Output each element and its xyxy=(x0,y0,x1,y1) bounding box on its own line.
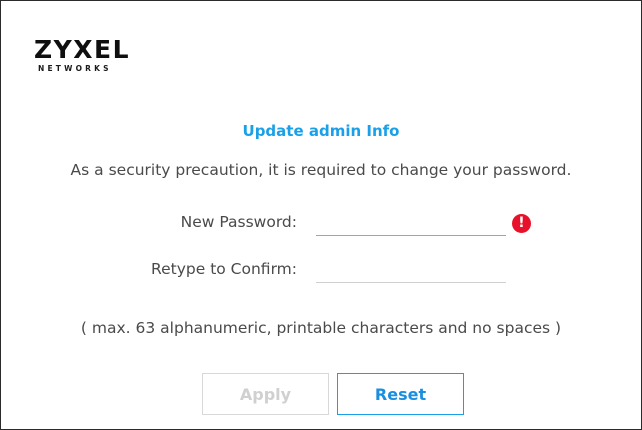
logo-wordmark: ZYXEL xyxy=(34,35,131,64)
logo-subtext: NETWORKS xyxy=(38,64,112,73)
reset-button[interactable]: Reset xyxy=(337,373,464,415)
dialog-frame: ZYXEL NETWORKS Update admin Info As a se… xyxy=(0,0,642,430)
exclamation-circle-icon: ! xyxy=(512,214,531,233)
form-description: As a security precaution, it is required… xyxy=(70,161,572,179)
new-password-input[interactable] xyxy=(316,213,506,236)
apply-button[interactable]: Apply xyxy=(202,373,329,415)
confirm-password-label: Retype to Confirm: xyxy=(151,260,297,278)
form-title: Update admin Info xyxy=(242,122,400,140)
confirm-password-input[interactable] xyxy=(316,260,506,283)
password-hint: ( max. 63 alphanumeric, printable charac… xyxy=(80,319,562,337)
zyxel-logo: ZYXEL NETWORKS xyxy=(34,35,134,74)
new-password-label: New Password: xyxy=(180,213,297,231)
